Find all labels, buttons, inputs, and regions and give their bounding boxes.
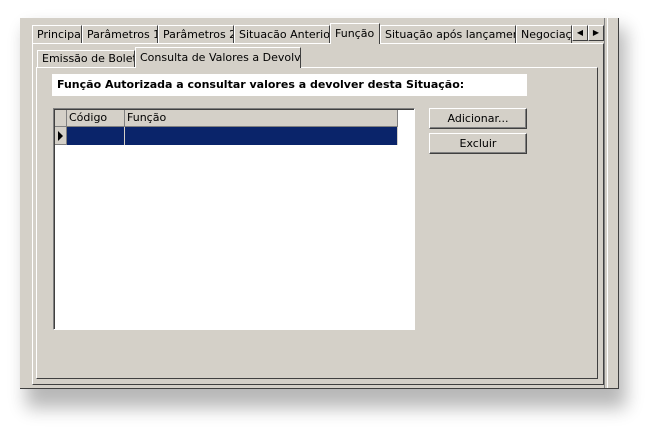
- tab-situacao-apos-lancamento[interactable]: Situação após lançamento: [380, 25, 516, 43]
- current-row-arrow-icon: [58, 131, 63, 141]
- add-button[interactable]: Adicionar...: [429, 108, 527, 129]
- column-header-funcao[interactable]: Função: [125, 110, 398, 127]
- tab-scroll-left-icon[interactable]: ◀: [572, 25, 588, 41]
- cell-codigo[interactable]: [67, 127, 125, 145]
- tab-emissao-de-boleto[interactable]: Emissão de Boleto: [37, 50, 135, 67]
- grid-header: Código Função: [55, 110, 398, 127]
- window-border: [604, 18, 608, 388]
- row-indicator: [55, 127, 67, 145]
- functions-grid[interactable]: Código Função: [53, 108, 415, 330]
- cell-funcao[interactable]: [125, 127, 398, 145]
- delete-button[interactable]: Excluir: [429, 133, 527, 154]
- tab-parametros-2[interactable]: Parâmetros 2: [158, 25, 234, 43]
- tab-parametros-1[interactable]: Parâmetros 1: [82, 25, 158, 43]
- grid-header-indicator: [55, 110, 67, 127]
- tab-situacao-anterior[interactable]: Situacão Anterior: [234, 25, 330, 43]
- section-heading: Função Autorizada a consultar valores a …: [52, 74, 527, 96]
- tab-funcao[interactable]: Função: [330, 23, 380, 44]
- tab-page-consulta: Função Autorizada a consultar valores a …: [36, 67, 598, 379]
- tab-scroll-right-icon[interactable]: ▶: [588, 25, 604, 41]
- tab-principal[interactable]: Principal: [32, 25, 82, 43]
- dialog-window: Principal Parâmetros 1 Parâmetros 2 Situ…: [20, 18, 619, 389]
- table-row[interactable]: [55, 127, 398, 145]
- tab-page-funcao: Emissão de Boleto Consulta de Valores a …: [32, 43, 604, 385]
- top-tab-strip: Principal Parâmetros 1 Parâmetros 2 Situ…: [32, 23, 592, 44]
- column-header-codigo[interactable]: Código: [67, 110, 125, 127]
- tab-consulta-valores-devolver[interactable]: Consulta de Valores a Devolver: [135, 47, 301, 68]
- tab-negociacao[interactable]: Negociaçã: [516, 25, 572, 43]
